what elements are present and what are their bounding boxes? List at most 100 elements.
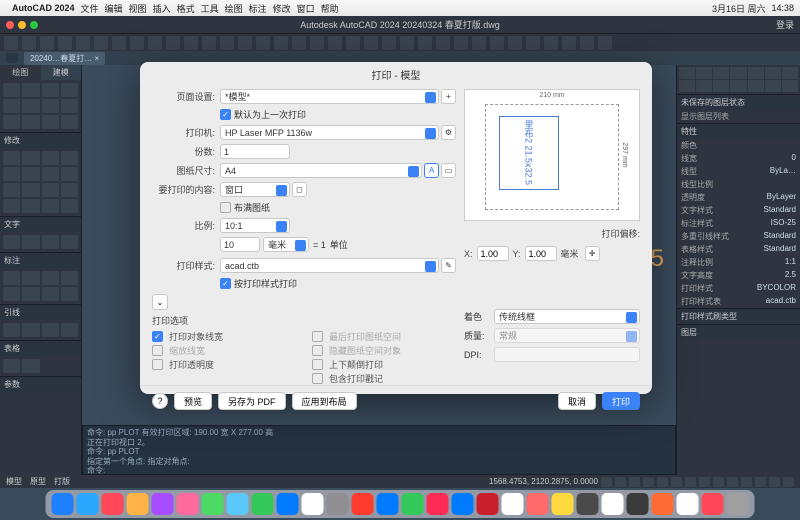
dock-app-icon[interactable] <box>352 493 374 515</box>
ribbon-tool[interactable] <box>112 36 126 50</box>
property-row[interactable]: 表格样式Standard <box>677 243 800 256</box>
ribbon-tool[interactable] <box>310 36 324 50</box>
palette-section[interactable]: 修改 <box>0 132 81 148</box>
ribbon-tool[interactable] <box>292 36 306 50</box>
ribbon-tool[interactable] <box>328 36 342 50</box>
status-icon[interactable] <box>671 477 682 487</box>
minimize-icon[interactable] <box>18 21 26 29</box>
center-plot-icon[interactable]: ✛ <box>585 246 600 261</box>
dock-app-icon[interactable] <box>552 493 574 515</box>
tool-icon[interactable] <box>22 151 39 165</box>
fullscreen-icon[interactable] <box>30 21 38 29</box>
tool-icon[interactable] <box>61 115 78 129</box>
ribbon-tool[interactable] <box>202 36 216 50</box>
tool-icon[interactable] <box>22 323 39 337</box>
dock-app-icon[interactable] <box>52 493 74 515</box>
dock-app-icon[interactable] <box>527 493 549 515</box>
orientation-portrait-icon[interactable]: A <box>424 163 439 178</box>
tool-icon[interactable] <box>3 83 20 97</box>
property-row[interactable]: 标注样式ISO-25 <box>677 217 800 230</box>
dock-app-icon[interactable] <box>252 493 274 515</box>
status-icon[interactable] <box>741 477 752 487</box>
document-tab[interactable]: 20240…春夏打… × <box>24 52 105 65</box>
tool-icon[interactable] <box>42 83 59 97</box>
dock-app-icon[interactable] <box>377 493 399 515</box>
property-row[interactable]: 文字高度2.5 <box>677 269 800 282</box>
expand-options-icon[interactable]: ⌄ <box>152 294 168 310</box>
tool-icon[interactable] <box>61 235 78 249</box>
ribbon-tool[interactable] <box>94 36 108 50</box>
ribbon-tool[interactable] <box>4 36 18 50</box>
tool-icon[interactable] <box>3 287 20 301</box>
dock-app-icon[interactable] <box>627 493 649 515</box>
dock-app-icon[interactable] <box>302 493 324 515</box>
layer-tool-icon[interactable] <box>713 67 729 79</box>
ribbon-tool[interactable] <box>274 36 288 50</box>
palette-section[interactable]: 文字 <box>0 216 81 232</box>
menu-format[interactable]: 格式 <box>177 2 195 15</box>
opt-transparency-checkbox[interactable] <box>152 359 163 370</box>
layer-tool-icon[interactable] <box>713 80 729 92</box>
ribbon-tool[interactable] <box>76 36 90 50</box>
dock-app-icon[interactable] <box>227 493 249 515</box>
tool-icon[interactable] <box>61 323 78 337</box>
tool-icon[interactable] <box>22 167 39 181</box>
tool-icon[interactable] <box>42 99 59 113</box>
status-icon[interactable] <box>755 477 766 487</box>
layer-tool-icon[interactable] <box>765 67 781 79</box>
status-icon[interactable] <box>601 477 612 487</box>
property-row[interactable]: 线型比例 <box>677 178 800 191</box>
menubar-date[interactable]: 3月16日 周六 <box>712 2 766 15</box>
ribbon-tool[interactable] <box>436 36 450 50</box>
dock-app-icon[interactable] <box>427 493 449 515</box>
dock-app-icon[interactable] <box>677 493 699 515</box>
tool-icon[interactable] <box>3 151 20 165</box>
ribbon-tool[interactable] <box>256 36 270 50</box>
tool-icon[interactable] <box>42 167 59 181</box>
layer-tool-icon[interactable] <box>782 67 798 79</box>
opt-hide-ps-checkbox[interactable] <box>312 345 323 356</box>
property-row[interactable]: 注释比例1:1 <box>677 256 800 269</box>
tool-icon[interactable] <box>3 183 20 197</box>
layer-tool-icon[interactable] <box>679 67 695 79</box>
ribbon-tool[interactable] <box>418 36 432 50</box>
tool-icon[interactable] <box>61 167 78 181</box>
dock-app-icon[interactable] <box>152 493 174 515</box>
tool-icon[interactable] <box>3 359 20 373</box>
ribbon-tool[interactable] <box>148 36 162 50</box>
dpi-input[interactable] <box>494 347 640 362</box>
tool-icon[interactable] <box>42 271 59 285</box>
layout-tab[interactable]: 打版 <box>54 476 70 487</box>
menu-tools[interactable]: 工具 <box>201 2 219 15</box>
dock-app-icon[interactable] <box>602 493 624 515</box>
tool-icon[interactable] <box>22 235 39 249</box>
plot-style-select[interactable]: acad.ctb <box>220 258 439 273</box>
layer-tool-icon[interactable] <box>730 67 746 79</box>
menu-draw[interactable]: 绘图 <box>225 2 243 15</box>
ribbon-tool[interactable] <box>472 36 486 50</box>
tool-icon[interactable] <box>22 83 39 97</box>
paper-size-select[interactable]: A4 <box>220 163 422 178</box>
layer-tool-icon[interactable] <box>679 80 695 92</box>
scale-unit-select[interactable]: 毫米 <box>263 237 309 252</box>
ribbon-tool[interactable] <box>400 36 414 50</box>
ribbon-tool[interactable] <box>184 36 198 50</box>
dock-app-icon[interactable] <box>577 493 599 515</box>
tool-icon[interactable] <box>42 287 59 301</box>
shade-select[interactable]: 传统线框 <box>494 309 640 324</box>
printer-select[interactable]: HP Laser MFP 1136w <box>220 125 439 140</box>
tool-icon[interactable] <box>42 183 59 197</box>
status-icon[interactable] <box>727 477 738 487</box>
orientation-landscape-icon[interactable]: ▭ <box>441 163 456 178</box>
home-tab-icon[interactable] <box>6 53 18 63</box>
tool-icon[interactable] <box>42 115 59 129</box>
property-row[interactable]: 打印样式表acad.ctb <box>677 295 800 308</box>
print-button[interactable]: 打印 <box>602 392 640 410</box>
status-icon[interactable] <box>783 477 794 487</box>
layer-tool-icon[interactable] <box>696 80 712 92</box>
ribbon-tool[interactable] <box>544 36 558 50</box>
ribbon-tool[interactable] <box>382 36 396 50</box>
menu-help[interactable]: 帮助 <box>321 2 339 15</box>
menu-file[interactable]: 文件 <box>81 2 99 15</box>
what-to-plot-select[interactable]: 窗口 <box>220 182 290 197</box>
